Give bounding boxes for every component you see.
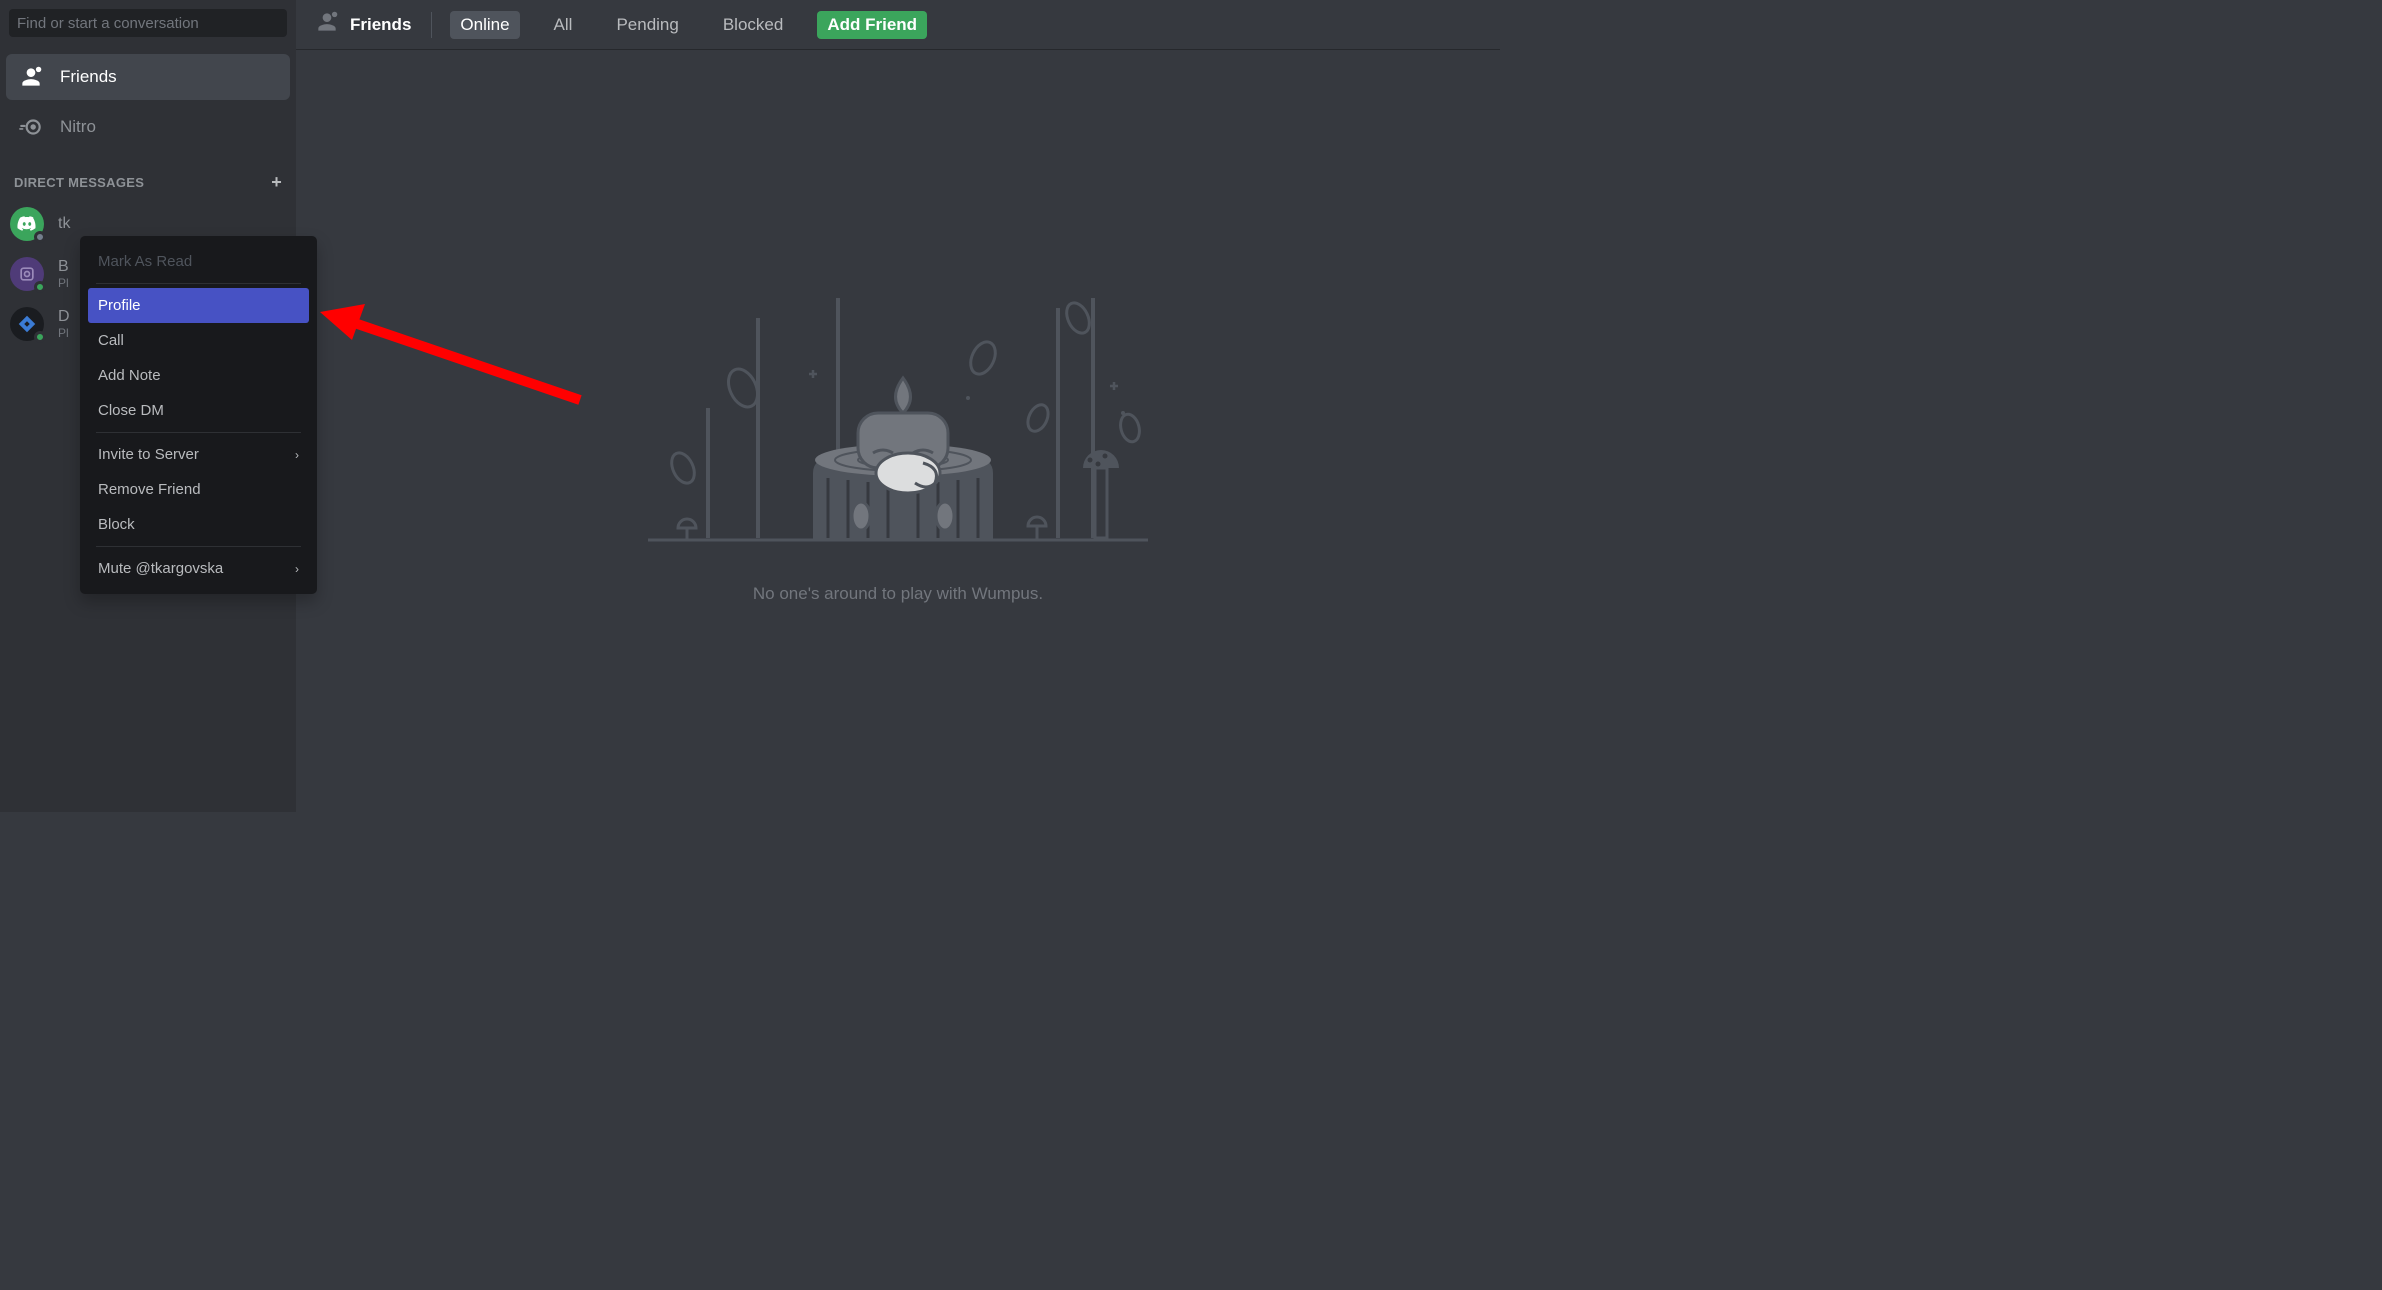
nitro-icon (18, 114, 44, 140)
dm-name: B (58, 257, 69, 276)
tab-blocked[interactable]: Blocked (713, 11, 793, 39)
wumpus-illustration (638, 258, 1158, 548)
page-title: Friends (350, 15, 411, 35)
menu-invite-to-server[interactable]: Invite to Server › (88, 437, 309, 472)
menu-close-dm[interactable]: Close DM (88, 393, 309, 428)
context-menu: Mark As Read Profile Call Add Note Close… (80, 236, 317, 594)
main-content: Friends Online All Pending Blocked Add F… (296, 0, 1500, 812)
divider (96, 283, 301, 284)
divider (96, 432, 301, 433)
friends-icon (18, 64, 44, 90)
dm-name: D (58, 307, 70, 326)
header: Friends Online All Pending Blocked Add F… (296, 0, 1500, 50)
empty-state-text: No one's around to play with Wumpus. (753, 584, 1043, 604)
menu-profile[interactable]: Profile (88, 288, 309, 323)
menu-block[interactable]: Block (88, 507, 309, 542)
avatar (10, 207, 44, 241)
dm-section-header: DIRECT MESSAGES (14, 175, 144, 190)
menu-call[interactable]: Call (88, 323, 309, 358)
avatar (10, 257, 44, 291)
menu-remove-friend[interactable]: Remove Friend (88, 472, 309, 507)
divider (96, 546, 301, 547)
tab-online[interactable]: Online (450, 11, 519, 39)
avatar (10, 307, 44, 341)
tab-all[interactable]: All (544, 11, 583, 39)
sidebar-item-label: Friends (60, 67, 117, 87)
sidebar-item-label: Nitro (60, 117, 96, 137)
menu-add-note[interactable]: Add Note (88, 358, 309, 393)
dm-name: tk (58, 214, 70, 233)
tab-pending[interactable]: Pending (606, 11, 688, 39)
chevron-right-icon: › (295, 562, 299, 576)
sidebar-item-nitro[interactable]: Nitro (6, 104, 290, 150)
menu-mark-as-read: Mark As Read (88, 244, 309, 279)
add-friend-button[interactable]: Add Friend (817, 11, 927, 39)
dm-subtitle: Pl (58, 276, 69, 290)
dm-subtitle: Pl (58, 326, 70, 340)
friends-icon (314, 9, 340, 40)
chevron-right-icon: › (295, 448, 299, 462)
search-input[interactable] (9, 9, 287, 37)
sidebar-item-friends[interactable]: Friends (6, 54, 290, 100)
divider (431, 12, 432, 38)
menu-mute[interactable]: Mute @tkargovska › (88, 551, 309, 586)
create-dm-icon[interactable]: + (271, 172, 282, 193)
